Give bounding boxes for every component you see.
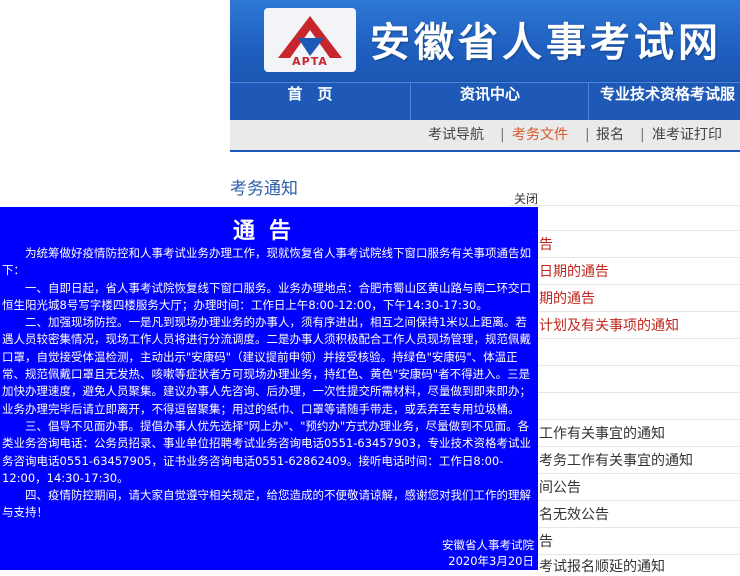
list-divider [510,365,740,366]
list-divider [510,392,740,393]
notice-popup[interactable]: 通告 为统筹做好疫情防控和人事考试业务办理工作，现就恢复省人事考试院线下窗口服务… [0,207,538,570]
popup-signature-block: 安徽省人事考试院 2020年3月20日 [442,537,534,569]
notice-list-item[interactable]: 告 [539,531,553,551]
notice-list-item[interactable]: 考务工作有关事宜的通知 [539,450,693,470]
notice-list-item[interactable]: 计划及有关事项的通知 [539,315,679,335]
list-divider [510,230,740,231]
site-logo[interactable]: APTA [264,8,356,72]
notice-list-item[interactable]: 考试报名顺延的通知 [539,556,665,576]
section-title: 考务通知 [230,179,298,199]
subnav-exam-guide[interactable]: 考试导航 [428,120,484,150]
list-divider [510,284,740,285]
list-divider [510,446,740,447]
nav-divider [588,83,589,121]
list-divider [510,311,740,312]
popup-body: 为统筹做好疫情防控和人事考试业务办理工作，现就恢复省人事考试院线下窗口服务有关事… [2,245,536,522]
list-divider [510,419,740,420]
popup-paragraph: 为统筹做好疫情防控和人事考试业务办理工作，现就恢复省人事考试院线下窗口服务有关事… [2,246,531,278]
popup-paragraph: 一、自即日起，省人事考试院恢复线下窗口服务。业务办理地点：合肥市蜀山区黄山路与南… [2,280,531,312]
subnav-registration[interactable]: 报名 [596,120,624,150]
subnav-divider: | [585,127,590,143]
main-nav: 首 页 资讯中心 专业技术资格考试服 [230,82,740,121]
subnav-exam-documents[interactable]: 考务文件 [512,120,568,150]
notice-list-item[interactable]: 工作有关事宜的通知 [539,423,665,443]
list-divider [510,554,740,555]
list-divider [510,257,740,258]
nav-divider [410,83,411,121]
notice-list-item[interactable]: 期的通告 [539,288,595,308]
notice-list-item[interactable]: 间公告 [539,477,581,497]
popup-paragraph: 二、加强现场防控。一是凡到现场办理业务的办事人，须有序进出，相互之间保持1米以上… [2,315,531,416]
nav-item-news[interactable]: 资讯中心 [430,83,550,121]
site-title: 安徽省人事考试网 [370,20,722,66]
list-divider [510,205,740,206]
list-divider [510,500,740,501]
popup-title: 通告 [232,219,305,244]
subnav-divider: | [640,127,645,143]
nav-item-professional-exam[interactable]: 专业技术资格考试服 [600,83,740,121]
subnav-divider: | [500,127,505,143]
site-banner: APTA 安徽省人事考试网 [230,0,740,82]
popup-paragraph: 四、疫情防控期间，请大家自觉遵守相关规定，给您造成的不便敬请谅解，感谢您对我们工… [2,488,531,520]
notice-list-item[interactable]: 告 [539,234,553,254]
popup-paragraph: 三、倡导不见面办事。提倡办事人优先选择"网上办"、"预约办"方式办理业务，尽量做… [2,418,531,485]
popup-signature: 安徽省人事考试院 [442,538,534,552]
list-divider [510,473,740,474]
list-divider [510,338,740,339]
nav-item-home[interactable]: 首 页 [250,83,370,121]
subnav-admission-ticket[interactable]: 准考证打印 [652,120,722,150]
popup-date: 2020年3月20日 [448,554,534,568]
notice-list-item[interactable]: 名无效公告 [539,504,609,524]
list-divider [510,527,740,528]
notice-list-item[interactable]: 日期的通告 [539,261,609,281]
logo-text: APTA [292,55,328,68]
sub-nav: 考试导航 | 考务文件 | 报名 | 准考证打印 [230,120,740,152]
